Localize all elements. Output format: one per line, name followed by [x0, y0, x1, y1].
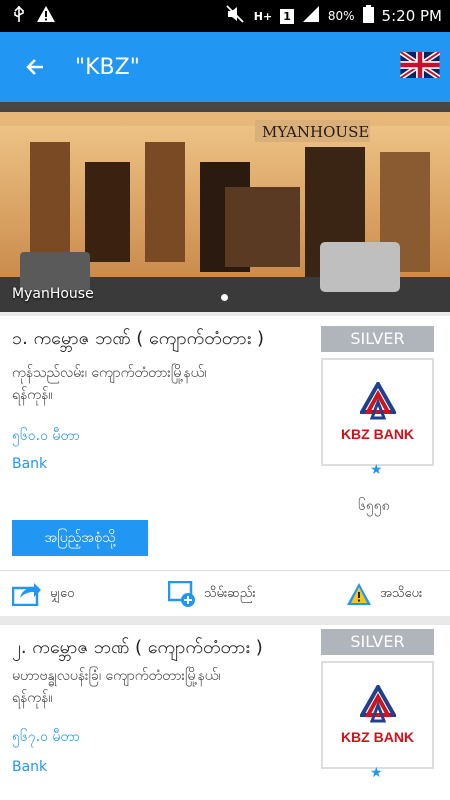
save-button[interactable]: သိမ်းဆည်း [168, 581, 256, 607]
item-category: Bank [12, 759, 48, 775]
app-bar: "KBZ" [0, 32, 450, 102]
banner-caption: MyanHouse [12, 286, 94, 302]
item-title: ၂. ကမ္ဘောဇ ဘဏ် ( ကျောက်တံတား ) [12, 637, 263, 658]
warning-icon [36, 5, 56, 27]
item-title: ၁. ကမ္ဘောဇ ဘဏ် ( ကျောက်တံတား ) [12, 328, 265, 349]
page-title: "KBZ" [75, 54, 140, 80]
tier-badge: SILVER [321, 629, 434, 655]
network-type: H+ [253, 9, 273, 23]
battery-level: 80% [327, 9, 355, 23]
action-bar: မျှဝေ သိမ်းဆည်း အသိပေး [0, 572, 450, 616]
kbz-logo-icon [359, 685, 396, 723]
address-line-2: ရန်ကုန်။ [12, 690, 53, 706]
banner-image[interactable]: MYANHOUSE MyanHouse [0, 102, 450, 312]
details-button[interactable]: အပြည့်အစုံသို့ [12, 520, 148, 556]
star-icon: ★ [370, 462, 383, 478]
share-button[interactable]: မျှဝေ [12, 582, 74, 606]
divider [0, 570, 450, 571]
share-label: မျှဝေ [50, 585, 75, 601]
warning-icon [347, 583, 371, 605]
item-address: မဟာဗန္ဓုလပန်းခြံ၊ ကျောက်တံတားမြို့နယ်၊ ရ… [12, 665, 221, 709]
back-button[interactable] [0, 32, 70, 102]
bank-logo: KBZ BANK [321, 661, 434, 769]
item-address: ကုန်သည်လမ်း၊ ကျောက်တံတားမြို့နယ်၊ ရန်ကုန… [12, 362, 206, 406]
logo-text: KBZ BANK [340, 729, 415, 745]
signal-icon [302, 5, 320, 27]
add-bookmark-icon [168, 581, 195, 607]
star-icon: ★ [370, 765, 383, 781]
address-line-2: ရန်ကုန်။ [12, 387, 53, 403]
language-button[interactable] [399, 49, 441, 81]
kbz-logo-icon [359, 382, 396, 420]
logo-text: KBZ BANK [340, 426, 415, 442]
tier-badge: SILVER [321, 326, 434, 352]
item-category: Bank [12, 456, 48, 472]
sim-icon: 1 [280, 8, 294, 24]
item-count: ၆၅၅၈ [358, 498, 390, 514]
arrow-left-icon [26, 59, 43, 75]
bank-logo: KBZ BANK [321, 358, 434, 466]
uk-flag-icon [399, 49, 441, 81]
address-line-1: မဟာဗန္ဓုလပန်းခြံ၊ ကျောက်တံတားမြို့နယ်၊ [12, 668, 221, 684]
carousel-indicator [221, 294, 228, 301]
address-line-1: ကုန်သည်လမ်း၊ ကျောက်တံတားမြို့နယ်၊ [12, 365, 207, 381]
svg-text:MYANHOUSE: MYANHOUSE [262, 123, 369, 141]
item-distance: ၅၆၀.၀ မီတာ [12, 428, 80, 444]
item-distance: ၅၆၇.၀ မီတာ [12, 729, 80, 745]
share-icon [12, 583, 41, 606]
save-label: သိမ်းဆည်း [204, 585, 256, 601]
list-item[interactable]: ၂. ကမ္ဘောဇ ဘဏ် ( ကျောက်တံတား ) မဟာဗန္ဓုလ… [0, 625, 450, 800]
mute-icon [226, 5, 246, 27]
status-bar: H+ 1 80% 5:20 PM [0, 0, 450, 32]
report-label: အသိပေး [380, 585, 423, 601]
clock: 5:20 PM [381, 7, 442, 25]
list-item[interactable]: ၁. ကမ္ဘောဇ ဘဏ် ( ကျောက်တံတား ) ကုန်သည်လမ… [0, 316, 450, 616]
battery-icon [362, 5, 374, 27]
report-button[interactable]: အသိပေး [346, 582, 422, 606]
usb-icon [12, 5, 26, 27]
